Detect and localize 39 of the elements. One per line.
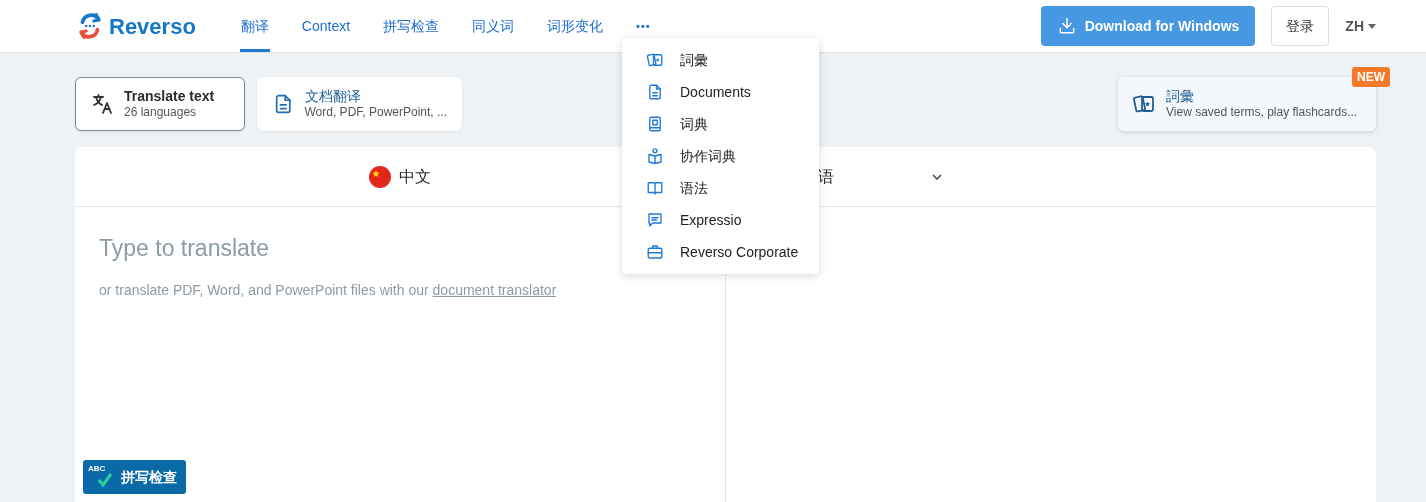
nav-tab[interactable]: 翻译 [239,0,270,52]
mode-tab[interactable]: Translate text 26 languages [75,77,245,131]
collab-icon [646,147,664,165]
book-icon [646,179,664,197]
nav-tab[interactable]: 拼写检查 [382,0,441,52]
mode-title: Translate text [124,88,215,105]
hint-text: or translate PDF, Word, and PowerPoint files with our document translator [99,280,558,300]
menu-item[interactable]: 协作词典 [622,140,819,172]
target-language-selector[interactable]: 语 [818,164,942,189]
chevron-icon [932,173,942,180]
promo-subtitle: View saved terms, play flashcards... [1166,105,1358,120]
nav-tab[interactable]: 词形变化 [546,0,605,52]
nav-tab[interactable]: Context [300,0,352,52]
flag-icon [369,165,391,188]
source-language-selector[interactable]: 中文 [369,164,431,189]
chat-icon [646,211,664,229]
menu-item[interactable]: 詞彙 [622,44,819,76]
menu-item[interactable]: Reverso Corporate [622,236,819,268]
caret-icon [1368,23,1376,29]
menu-item[interactable]: 词典 [622,108,819,140]
new-badge: NEW [1352,67,1390,87]
nav-tab[interactable]: 同义词 [471,0,516,52]
briefcase-icon [646,243,664,261]
spellcheck-button[interactable]: ABC 拼写检查 [83,460,186,494]
menu-item[interactable]: 语法 [622,172,819,204]
document-icon [646,83,664,101]
mode-title: 文档翻译 [304,88,362,105]
menu-item[interactable]: Expressio [622,204,819,236]
mode-subtitle: 26 languages [124,105,198,120]
translate-icon [90,92,114,116]
menu-item[interactable]: Documents [622,76,819,108]
dictionary-icon [646,115,664,133]
language-menu[interactable]: ZH [1345,15,1376,37]
mode-subtitle: Word, PDF, PowerPoint, ... [304,105,447,120]
promo-title: 詞彙 [1166,88,1195,105]
logo[interactable]: Reverso [109,9,196,43]
cards-icon [646,51,664,69]
login-button[interactable]: 登录 [1271,6,1330,46]
mode-tab[interactable]: 文档翻译 Word, PDF, PowerPoint, ... [257,77,462,131]
